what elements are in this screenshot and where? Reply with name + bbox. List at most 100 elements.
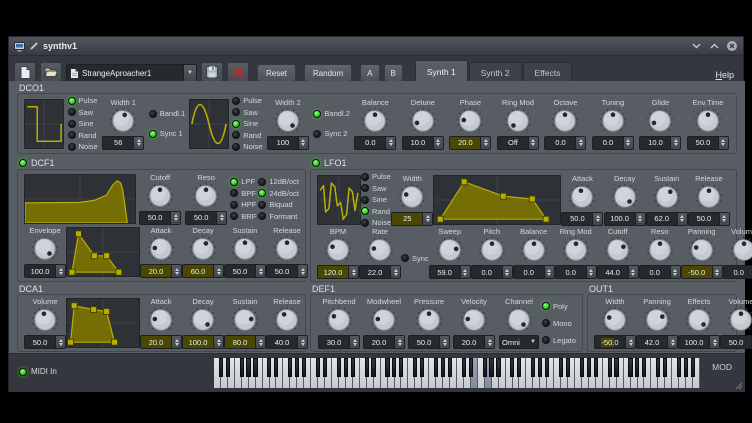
knob-release-dial[interactable] [695,183,723,211]
radio-12db-oct[interactable]: 12dB/oct [258,177,299,186]
black-key[interactable] [420,358,424,377]
black-key[interactable] [295,358,299,377]
knob-decay-dial[interactable] [189,306,217,334]
random-button[interactable]: Random [304,64,352,82]
knob-sustain-spin[interactable]: 80.0 [224,335,266,349]
knob-bpm-dial[interactable] [324,236,352,264]
reset-button[interactable]: Reset [257,64,296,82]
knob-reso-spin-stepper[interactable] [670,266,680,278]
radio-sine[interactable]: Sine [232,119,262,128]
radio-pulse[interactable]: Pulse [361,172,391,181]
knob-ring-mod-spin-stepper[interactable] [528,137,538,149]
knob-attack-dial[interactable] [147,235,175,263]
knob-decay-spin-stepper[interactable] [635,213,645,225]
radio-formant[interactable]: Formant [258,212,299,221]
knob-width-1-dial[interactable] [109,107,137,135]
black-key[interactable] [614,358,618,377]
radio-bandl-2[interactable]: Bandl.2 [313,109,349,118]
knob-volume-dial[interactable] [730,236,752,264]
knob-detune-dial[interactable] [409,107,437,135]
radio-poly[interactable]: Poly [542,302,576,311]
knob-release-spin-stepper[interactable] [297,265,307,277]
radio-hpf[interactable]: HPF [230,200,256,209]
knob-reso-dial[interactable] [192,182,220,210]
black-key[interactable] [441,358,445,377]
knob-cutoff-dial[interactable] [146,182,174,210]
black-key[interactable] [510,358,514,377]
knob-tuning-spin-stepper[interactable] [623,137,633,149]
knob-panning-spin[interactable]: -50.0 [681,265,723,279]
knob-channel-dial[interactable] [505,306,533,334]
knob-attack-spin[interactable]: 50.0 [561,212,603,226]
knob-bpm-spin-stepper[interactable] [348,266,358,278]
dcf1-led[interactable] [19,159,27,167]
knob-pitch-dial[interactable] [478,236,506,264]
black-key[interactable] [635,358,639,377]
new-preset-button[interactable] [14,62,36,82]
knob-decay-spin[interactable]: 100.0 [182,335,224,349]
knob-width-2-dial[interactable] [274,107,302,135]
black-key[interactable] [392,358,396,377]
knob-effects-spin[interactable]: 100.0 [678,335,720,349]
save-preset-button[interactable] [201,62,223,82]
radio-24db-oct[interactable]: 24dB/oct [258,189,299,198]
knob-sweep-spin-stepper[interactable] [460,266,470,278]
dcf1-response-display[interactable] [24,174,136,224]
black-key[interactable] [677,358,681,377]
radio-lpf[interactable]: LPF [230,177,256,186]
knob-panning-spin-stepper[interactable] [667,336,677,348]
radio-noise[interactable]: Noise [232,142,262,151]
knob-release-spin[interactable]: 40.0 [266,335,308,349]
knob-width-spin[interactable]: 25 [391,212,433,226]
knob-pitch-spin-stepper[interactable] [502,266,512,278]
knob-tuning-dial[interactable] [599,107,627,135]
b-button[interactable]: B [384,64,403,82]
knob-sustain-spin-stepper[interactable] [255,336,265,348]
black-key[interactable] [267,358,271,377]
black-key[interactable] [608,358,612,377]
black-key[interactable] [642,358,646,377]
knob-sustain-spin-stepper[interactable] [255,265,265,277]
knob-width-1-spin[interactable]: 56 [102,136,144,150]
radio-noise[interactable]: Noise [68,142,98,151]
knob-detune-spin[interactable]: 10.0 [402,136,444,150]
knob-cutoff-spin[interactable]: 50.0 [139,211,181,225]
knob-reso-dial[interactable] [646,236,674,264]
black-key[interactable] [663,358,667,377]
radio-bpf[interactable]: BPF [230,189,256,198]
knob-attack-dial[interactable] [568,183,596,211]
black-key[interactable] [288,358,292,377]
black-key[interactable] [448,358,452,377]
knob-release-dial[interactable] [273,235,301,263]
knob-velocity-dial[interactable] [460,306,488,334]
knob-channel-combo[interactable]: Omni▼ [499,335,539,349]
knob-velocity-spin-stepper[interactable] [484,336,494,348]
dcf1-envelope-display[interactable] [66,227,140,277]
radio-rand[interactable]: Rand [361,207,391,216]
knob-sustain-spin[interactable]: 62.0 [646,212,688,226]
black-key[interactable] [483,358,487,377]
knob-sustain-dial[interactable] [231,306,259,334]
black-key[interactable] [337,358,341,377]
knob-width-spin-stepper[interactable] [625,336,635,348]
knob-volume-dial[interactable] [31,306,59,334]
knob-phase-spin-stepper[interactable] [480,137,490,149]
knob-balance-dial[interactable] [520,236,548,264]
knob-width-spin[interactable]: -50.0 [594,335,636,349]
knob-sustain-spin-stepper[interactable] [677,213,687,225]
black-key[interactable] [274,358,278,377]
knob-octave-spin[interactable]: 0.0 [544,136,586,150]
knob-width-spin-stepper[interactable] [422,213,432,225]
knob-balance-spin-stepper[interactable] [544,266,554,278]
black-key[interactable] [684,358,688,377]
black-key[interactable] [531,358,535,377]
knob-width-1-spin-stepper[interactable] [133,137,143,149]
knob-balance-dial[interactable] [361,107,389,135]
black-key[interactable] [399,358,403,377]
radio-sync-1[interactable]: Sync 1 [149,129,185,138]
radio-pulse[interactable]: Pulse [232,96,262,105]
radio-pulse[interactable]: Pulse [68,96,98,105]
black-key[interactable] [566,358,570,377]
knob-modwheel-spin-stepper[interactable] [394,336,404,348]
knob-attack-spin-stepper[interactable] [171,265,181,277]
